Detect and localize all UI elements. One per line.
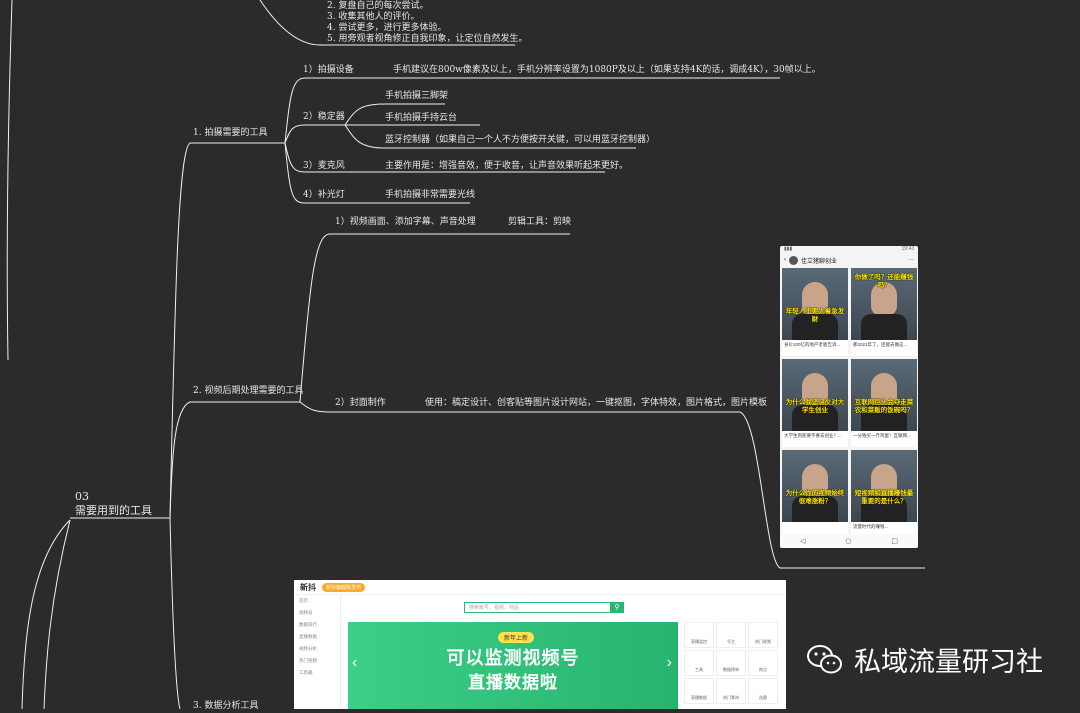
item-stabilizer-bluetooth: 蓝牙控制器（如果自己一个人不方便按开关键，可以用蓝牙控制器） — [385, 135, 656, 145]
section-number: 03 — [75, 490, 89, 503]
status-time: 19:43 — [901, 246, 914, 252]
web-sidebar: 首页 视频号 数据排行 直播数据 视频分析 热门视频 工具箱 — [294, 595, 341, 709]
video-thumb: 你做了吗？还能赚钱吗？ 那2021年了，还能去做这... — [851, 268, 917, 356]
avatar — [789, 255, 798, 265]
video-title — [782, 522, 848, 526]
item-stabilizer-gimbal: 手机拍摄手持云台 — [385, 113, 458, 123]
video-caption: 为什么你的视频始终很难涨粉？ — [785, 490, 845, 505]
web-banner: ‹ 新年上新 可以监测视频号 直播数据啦 › — [348, 622, 678, 709]
banner-line1: 可以监测视频号 — [446, 648, 580, 668]
web-side-item: 首页 — [299, 598, 308, 603]
item-fill-light: 4）补光灯 — [303, 190, 345, 200]
web-side-item: 热门视频 — [299, 658, 317, 663]
web-side-item: 直播数据 — [299, 634, 317, 639]
phone-screenshot: ▮▮▮ 19:43 ‹ 佳立猪聊创业 ··· 年轻人不要太着急发财身价100亿的… — [780, 246, 918, 548]
phone-status-bar: ▮▮▮ 19:43 — [780, 246, 918, 254]
watermark-text: 私域流量研习社 — [854, 647, 1043, 678]
connector-b3 — [169, 517, 181, 709]
connector-b1 — [169, 142, 285, 519]
item-stabilizer-tripod: 手机拍摄三脚架 — [385, 91, 449, 101]
web-tile: 号主 — [716, 622, 746, 648]
branch-shooting-tools: 1. 拍摄需要的工具 — [193, 128, 268, 138]
item-shooting-device: 1）拍摄设备 — [303, 65, 354, 75]
item-cover-design-detail: 使用：稿定设计、创客贴等图片设计网站，一键抠图，字体特效，图片格式，图片模板 — [425, 398, 768, 408]
nav-home-icon: ○ — [845, 537, 852, 545]
chevron-right-icon: › — [666, 654, 672, 671]
phone-nav-bar: ◁ ○ □ — [780, 534, 918, 548]
back-icon: ‹ — [784, 257, 786, 263]
nav-recent-icon: □ — [891, 537, 898, 545]
account-name: 佳立猪聊创业 — [801, 258, 838, 265]
signal-icon: ▮▮▮ — [784, 246, 793, 252]
video-title: 流量时代的赚钱... — [853, 524, 889, 529]
video-thumb: 互联网巨头会夺走菜农和菜贩的饭碗吗？ 一分钱买一斤鸡蛋！互联网... — [851, 359, 917, 447]
search-icon: ⚲ — [610, 602, 624, 613]
video-thumb: 为什么你的视频始终很难涨粉？ — [782, 450, 848, 538]
web-logo: 新抖 — [300, 582, 316, 592]
connector-trunk-bottom2 — [43, 519, 71, 709]
web-tile: 直播数据 — [684, 678, 714, 704]
video-title: 身价100亿的地产老板告诉... — [784, 342, 841, 347]
item-video-editing: 1）视频画面、添加字幕、声音处理 — [335, 217, 476, 227]
video-thumb: 年轻人不要太着急发财身价100亿的地产老板告诉... — [782, 268, 848, 356]
item-stabilizer: 2）稳定器 — [303, 112, 345, 122]
video-caption: 短视频和直播赚钱最重要的是什么？ — [854, 490, 914, 505]
web-tile: 热门素材 — [716, 678, 746, 704]
video-thumb: 短视频和直播赚钱最重要的是什么？ 流量时代的赚钱... — [851, 450, 917, 538]
connector-b1-i2 — [284, 124, 345, 144]
item-microphone: 3）麦克风 — [303, 161, 345, 171]
video-title: 大学生到底要不要去创业？... — [784, 433, 842, 438]
top-list-item-5: 5. 用旁观者视角修正自我印象，让定位自然发生。 — [327, 34, 528, 44]
item-shooting-device-detail: 手机建议在800w像素及以上，手机分辨率设置为1080P及以上（如果支持4K的话… — [393, 65, 821, 75]
web-tile: 工具 — [684, 650, 714, 676]
connector-b2-i1 — [299, 233, 570, 403]
connector-trunk-left — [6, 0, 13, 361]
web-tile: 直播监控 — [684, 622, 714, 648]
web-side-item: 数据排行 — [299, 622, 317, 627]
connector-trunk-bottom — [21, 519, 71, 709]
web-pill: 新抖旗舰版发布 — [322, 582, 366, 592]
banner-badge: 新年上新 — [498, 632, 535, 643]
web-tile: 选题 — [748, 678, 778, 704]
section-title: 需要用到的工具 — [75, 504, 152, 517]
video-caption: 互联网巨头会夺走菜农和菜贩的饭碗吗？ — [854, 399, 914, 414]
nav-back-icon: ◁ — [799, 537, 806, 545]
web-tile: 热点 — [748, 650, 778, 676]
branch-post-processing-tools: 2. 视频后期处理需要的工具 — [193, 386, 304, 396]
video-title: 那2021年了，还能去做这... — [853, 342, 908, 347]
web-tiles: 直播监控 号主 热门视频 工具 数据榜单 热点 直播数据 热门素材 选题 — [684, 622, 784, 704]
web-topbar: 新抖 新抖旗舰版发布 — [294, 580, 786, 595]
branch-data-analysis-tools: 3. 数据分析工具 — [193, 701, 259, 711]
video-title: 一分钱买一斤鸡蛋！互联网... — [853, 433, 911, 438]
web-side-item: 工具箱 — [299, 670, 313, 675]
video-caption: 你做了吗？还能赚钱吗？ — [854, 274, 914, 289]
wechat-icon — [807, 644, 842, 673]
item-fill-light-detail: 手机拍摄非常需要光线 — [385, 190, 476, 200]
video-thumb: 为什么我坚决反对大学生创业大学生到底要不要去创业？... — [782, 359, 848, 447]
web-side-item: 视频分析 — [299, 646, 317, 651]
video-caption: 为什么我坚决反对大学生创业 — [785, 399, 845, 414]
phone-header: ‹ 佳立猪聊创业 ··· — [780, 254, 918, 266]
web-tile: 热门视频 — [748, 622, 778, 648]
web-side-item: 视频号 — [299, 610, 313, 615]
more-icon: ··· — [908, 257, 914, 263]
item-microphone-detail: 主要作用是：增强音效，便于收音，让声音效果听起来更好。 — [385, 161, 629, 171]
banner-line2: 直播数据啦 — [468, 673, 558, 692]
video-caption: 年轻人不要太着急发财 — [785, 308, 845, 323]
web-tile: 数据榜单 — [716, 650, 746, 676]
web-search-input: 搜索账号、视频、商品 — [464, 602, 624, 613]
item-video-editing-detail: 剪辑工具：剪映 — [508, 217, 572, 227]
item-cover-design: 2）封面制作 — [335, 398, 386, 408]
connector-b2 — [169, 401, 300, 519]
watermark: 私域流量研习社 — [806, 640, 1043, 679]
video-grid: 年轻人不要太着急发财身价100亿的地产老板告诉... 你做了吗？还能赚钱吗？ 那2… — [780, 266, 918, 540]
website-screenshot: 新抖 新抖旗舰版发布 首页 视频号 数据排行 直播数据 视频分析 热门视频 工具… — [294, 580, 786, 709]
